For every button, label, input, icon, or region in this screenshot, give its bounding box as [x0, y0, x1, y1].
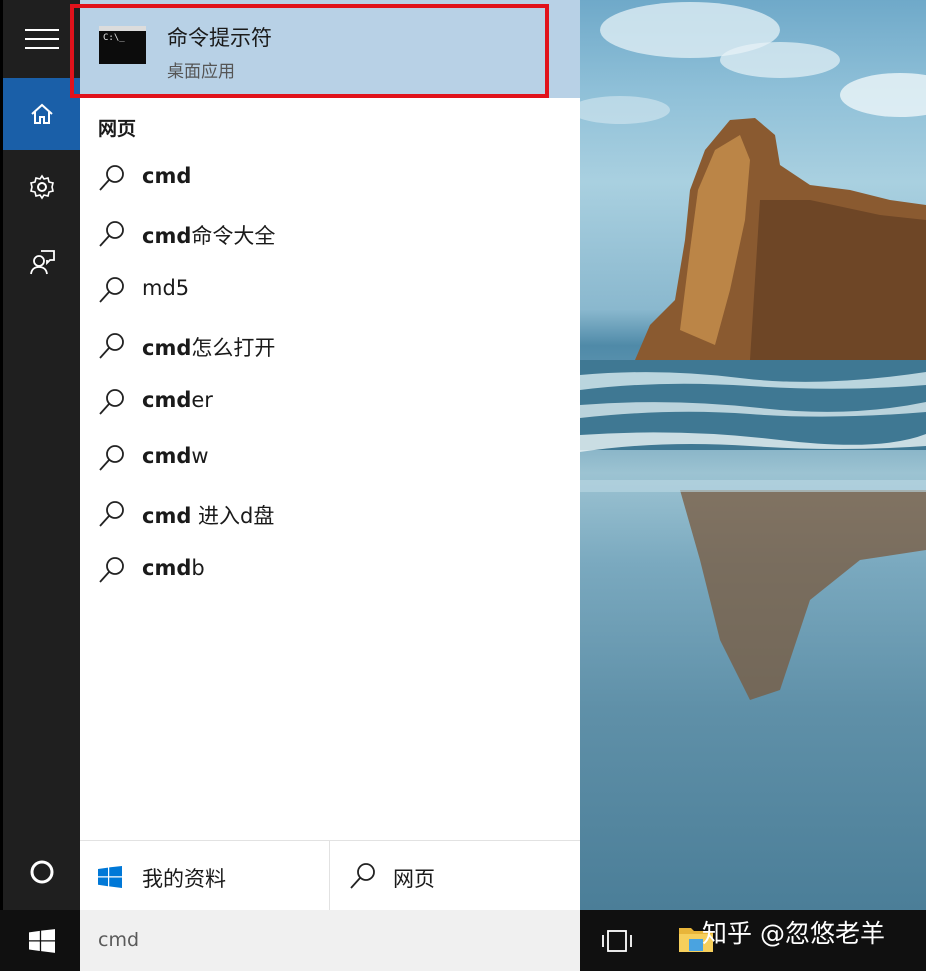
- suggestion-rest: 怎么打开: [191, 336, 276, 360]
- web-suggestion[interactable]: cmd: [80, 152, 580, 208]
- suggestion-bold: cmd: [142, 336, 192, 360]
- start-button[interactable]: [3, 910, 80, 971]
- suggestion-rest: 命令大全: [191, 224, 276, 248]
- search-icon: [99, 165, 124, 191]
- wallpaper-illustration: [580, 2, 926, 700]
- windows-logo-icon: [28, 928, 55, 953]
- my-stuff-label: 我的资料: [142, 867, 226, 891]
- suggestion-bold: cmd: [142, 444, 192, 468]
- search-input[interactable]: [98, 926, 558, 954]
- search-icon: [99, 333, 124, 359]
- search-icon: [99, 221, 124, 247]
- red-highlight-frame: [70, 4, 549, 98]
- suggestion-rest: b: [191, 556, 205, 580]
- search-icon: [99, 389, 124, 415]
- search-icon: [99, 501, 124, 527]
- web-suggestion[interactable]: cmd 进入d盘: [80, 488, 580, 544]
- suggestion-bold: cmd: [142, 164, 192, 188]
- settings-button[interactable]: [3, 151, 80, 223]
- web-suggestion[interactable]: cmdw: [80, 432, 580, 488]
- search-results-panel: C:\_ 命令提示符 桌面应用 网页 cmd cmd命令大全 md5 cmd怎么…: [70, 0, 580, 911]
- windows-logo-icon: [98, 866, 122, 888]
- cortana-button[interactable]: [3, 836, 80, 908]
- search-icon: [350, 863, 375, 889]
- search-icon: [99, 557, 124, 583]
- feedback-icon: [29, 250, 55, 275]
- desktop-wallpaper: [580, 0, 926, 910]
- my-stuff-tab[interactable]: 我的资料: [80, 841, 330, 911]
- suggestion-bold: cmd: [142, 224, 192, 248]
- feedback-button[interactable]: [3, 226, 80, 298]
- zhihu-watermark: 知乎 @忽悠老羊: [702, 919, 885, 948]
- hamburger-menu-button[interactable]: [3, 3, 80, 75]
- suggestion-rest: er: [191, 388, 213, 412]
- gear-icon: [29, 174, 54, 200]
- suggestion-rest: w: [191, 444, 209, 468]
- hamburger-icon: [24, 29, 59, 49]
- task-view-icon[interactable]: [600, 928, 634, 954]
- web-tab[interactable]: 网页: [331, 841, 580, 911]
- search-icon: [99, 277, 124, 303]
- taskbar-search-box[interactable]: [80, 910, 580, 971]
- suggestion-rest: 进入d盘: [191, 504, 275, 528]
- search-icon: [99, 445, 124, 471]
- suggestion-bold: cmd: [142, 504, 192, 528]
- cortana-circle-icon: [30, 860, 53, 884]
- suggestion-bold: cmd: [142, 388, 192, 412]
- web-tab-label: 网页: [393, 867, 435, 891]
- start-menu-rail: [3, 0, 80, 910]
- search-scope-bar: 我的资料 网页: [80, 840, 580, 911]
- web-section-heading: 网页: [98, 118, 137, 140]
- home-icon: [30, 103, 53, 124]
- web-suggestion[interactable]: cmdb: [80, 544, 580, 600]
- home-button[interactable]: [3, 78, 80, 150]
- web-suggestion[interactable]: cmd命令大全: [80, 208, 580, 264]
- web-suggestion[interactable]: cmd怎么打开: [80, 320, 580, 376]
- web-suggestion[interactable]: cmder: [80, 376, 580, 432]
- suggestion-rest: md5: [142, 276, 190, 300]
- web-suggestion[interactable]: md5: [80, 264, 580, 320]
- taskbar: 知乎 @忽悠老羊: [0, 910, 926, 971]
- suggestion-bold: cmd: [142, 556, 192, 580]
